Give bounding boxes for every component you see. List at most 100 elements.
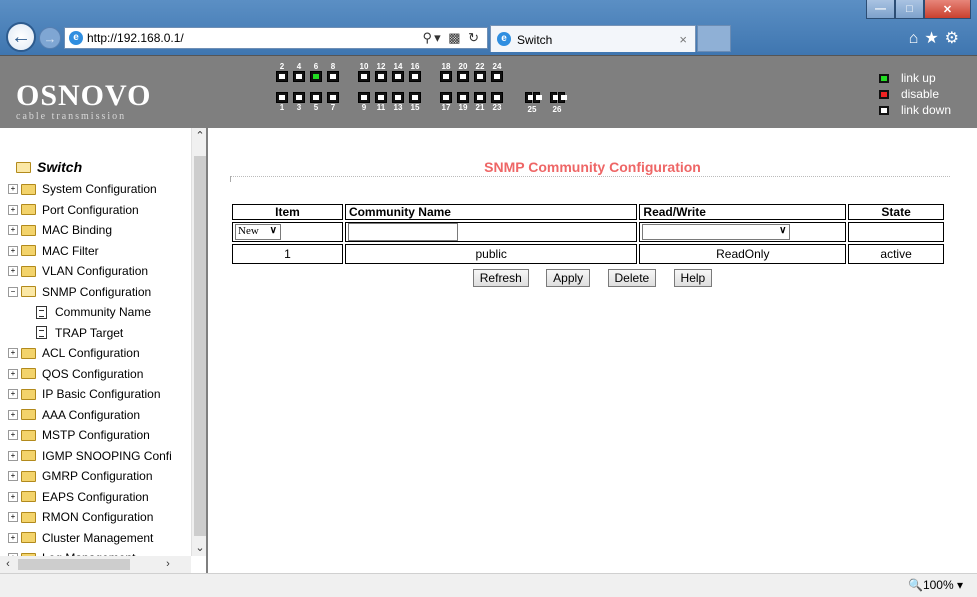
horizontal-scroll-thumb[interactable] xyxy=(18,559,130,570)
port-26[interactable]: 26 xyxy=(549,92,567,114)
tree-root-switch[interactable]: Switch xyxy=(16,159,82,175)
port-jack-icon xyxy=(327,92,339,103)
home-icon[interactable]: ⌂ xyxy=(909,30,925,47)
zoom-control[interactable]: 🔍100% ▾ xyxy=(908,578,963,592)
port-9[interactable]: 9 xyxy=(358,92,370,112)
expand-icon[interactable]: + xyxy=(8,368,18,379)
sidebar-item-eaps-configuration[interactable]: + EAPS Configuration xyxy=(8,487,172,508)
maximize-icon[interactable]: □ xyxy=(895,0,924,19)
read-write-select[interactable]: ∨ xyxy=(642,224,791,240)
expand-icon[interactable]: + xyxy=(8,450,18,461)
expand-icon[interactable]: + xyxy=(8,266,18,277)
forward-arrow-icon[interactable]: → xyxy=(39,27,61,49)
port-jack-icon xyxy=(293,71,305,82)
tab-close-icon[interactable]: × xyxy=(679,32,687,47)
close-window-icon[interactable]: ✕ xyxy=(924,0,971,19)
cell-state: active xyxy=(848,244,944,264)
sidebar-item-gmrp-configuration[interactable]: + GMRP Configuration xyxy=(8,466,172,487)
port-number: 1 xyxy=(279,103,285,112)
port-number: 25 xyxy=(527,105,537,114)
help-button[interactable]: Help xyxy=(673,269,713,287)
sidebar-item-community-name[interactable]: Community Name xyxy=(8,302,172,323)
port-25[interactable]: 25 xyxy=(524,92,542,114)
scroll-down-icon[interactable]: ⌄ xyxy=(192,540,206,556)
port-2[interactable]: 2 xyxy=(276,62,288,82)
port-22[interactable]: 22 xyxy=(474,62,486,82)
expand-icon[interactable]: + xyxy=(8,471,18,482)
back-arrow-icon[interactable]: ← xyxy=(6,22,36,52)
collapse-icon[interactable]: − xyxy=(8,286,18,297)
expand-icon[interactable]: + xyxy=(8,512,18,523)
sidebar-item-mac-binding[interactable]: + MAC Binding xyxy=(8,220,172,241)
sidebar-item-qos-configuration[interactable]: + QOS Configuration xyxy=(8,364,172,385)
delete-button[interactable]: Delete xyxy=(607,269,657,287)
port-21[interactable]: 21 xyxy=(474,92,486,112)
port-24[interactable]: 24 xyxy=(491,62,503,82)
port-3[interactable]: 3 xyxy=(293,92,305,112)
port-1[interactable]: 1 xyxy=(276,92,288,112)
sidebar-item-acl-configuration[interactable]: + ACL Configuration xyxy=(8,343,172,364)
sidebar-item-cluster-management[interactable]: + Cluster Management xyxy=(8,528,172,549)
sidebar-item-trap-target[interactable]: TRAP Target xyxy=(8,323,172,344)
sidebar-item-mac-filter[interactable]: + MAC Filter xyxy=(8,241,172,262)
port-18[interactable]: 18 xyxy=(440,62,452,82)
expand-icon[interactable]: + xyxy=(8,389,18,400)
new-tab-button[interactable] xyxy=(697,25,731,52)
sidebar-item-igmp-snooping-confi[interactable]: + IGMP SNOOPING Confi xyxy=(8,446,172,467)
minimize-icon[interactable]: — xyxy=(866,0,895,19)
port-4[interactable]: 4 xyxy=(293,62,305,82)
table-row[interactable]: 1 public ReadOnly active xyxy=(232,244,944,264)
tab-switch[interactable]: e Switch × xyxy=(490,25,696,52)
port-16[interactable]: 16 xyxy=(409,62,421,82)
community-name-input[interactable] xyxy=(347,223,458,241)
port-6[interactable]: 6 xyxy=(310,62,322,82)
sidebar-item-snmp-configuration[interactable]: − SNMP Configuration xyxy=(8,282,172,303)
open-folder-icon xyxy=(16,161,31,173)
scroll-right-icon[interactable]: › xyxy=(160,556,176,573)
address-tools-icon[interactable]: ⚲▾ ▩ ↻ xyxy=(423,30,481,46)
expand-icon[interactable]: + xyxy=(8,225,18,236)
sidebar-item-rmon-configuration[interactable]: + RMON Configuration xyxy=(8,507,172,528)
sidebar-item-mstp-configuration[interactable]: + MSTP Configuration xyxy=(8,425,172,446)
vertical-scroll-thumb[interactable] xyxy=(194,156,206,536)
expand-icon[interactable]: + xyxy=(8,245,18,256)
favorites-star-icon[interactable]: ★ xyxy=(924,30,944,47)
sidebar-item-system-configuration[interactable]: + System Configuration xyxy=(8,179,172,200)
scroll-left-icon[interactable]: ‹ xyxy=(0,556,16,573)
expand-icon[interactable]: + xyxy=(8,409,18,420)
expand-icon[interactable]: + xyxy=(8,491,18,502)
sidebar-item-ip-basic-configuration[interactable]: + IP Basic Configuration xyxy=(8,384,172,405)
sidebar-vertical-scrollbar[interactable]: ⌃ ⌄ xyxy=(191,128,206,556)
expand-icon[interactable]: + xyxy=(8,430,18,441)
port-10[interactable]: 10 xyxy=(358,62,370,82)
sidebar-item-label: IP Basic Configuration xyxy=(42,387,161,402)
port-17[interactable]: 17 xyxy=(440,92,452,112)
apply-button[interactable]: Apply xyxy=(546,269,591,287)
expand-icon[interactable]: + xyxy=(8,532,18,543)
expand-icon[interactable]: + xyxy=(8,184,18,195)
port-12[interactable]: 12 xyxy=(375,62,387,82)
port-14[interactable]: 14 xyxy=(392,62,404,82)
item-select[interactable]: New ∨ xyxy=(235,224,281,240)
port-8[interactable]: 8 xyxy=(327,62,339,82)
address-bar[interactable]: e http://192.168.0.1/ ⚲▾ ▩ ↻ xyxy=(64,27,488,49)
port-5[interactable]: 5 xyxy=(310,92,322,112)
refresh-button[interactable]: Refresh xyxy=(472,269,529,287)
port-23[interactable]: 23 xyxy=(491,92,503,112)
port-13[interactable]: 13 xyxy=(392,92,404,112)
expand-icon[interactable]: + xyxy=(8,348,18,359)
port-19[interactable]: 19 xyxy=(457,92,469,112)
sidebar-item-vlan-configuration[interactable]: + VLAN Configuration xyxy=(8,261,172,282)
sidebar-item-aaa-configuration[interactable]: + AAA Configuration xyxy=(8,405,172,426)
port-15[interactable]: 15 xyxy=(409,92,421,112)
port-20[interactable]: 20 xyxy=(457,62,469,82)
scroll-up-icon[interactable]: ⌃ xyxy=(192,128,206,144)
port-11[interactable]: 11 xyxy=(375,92,387,112)
sidebar-horizontal-scrollbar[interactable]: ‹ › xyxy=(0,556,191,573)
url-text[interactable]: http://192.168.0.1/ xyxy=(87,31,184,45)
expand-icon[interactable]: + xyxy=(8,204,18,215)
port-jack-icon xyxy=(392,92,404,103)
settings-gear-icon[interactable]: ⚙ xyxy=(945,30,965,47)
sidebar-item-port-configuration[interactable]: + Port Configuration xyxy=(8,200,172,221)
port-7[interactable]: 7 xyxy=(327,92,339,112)
